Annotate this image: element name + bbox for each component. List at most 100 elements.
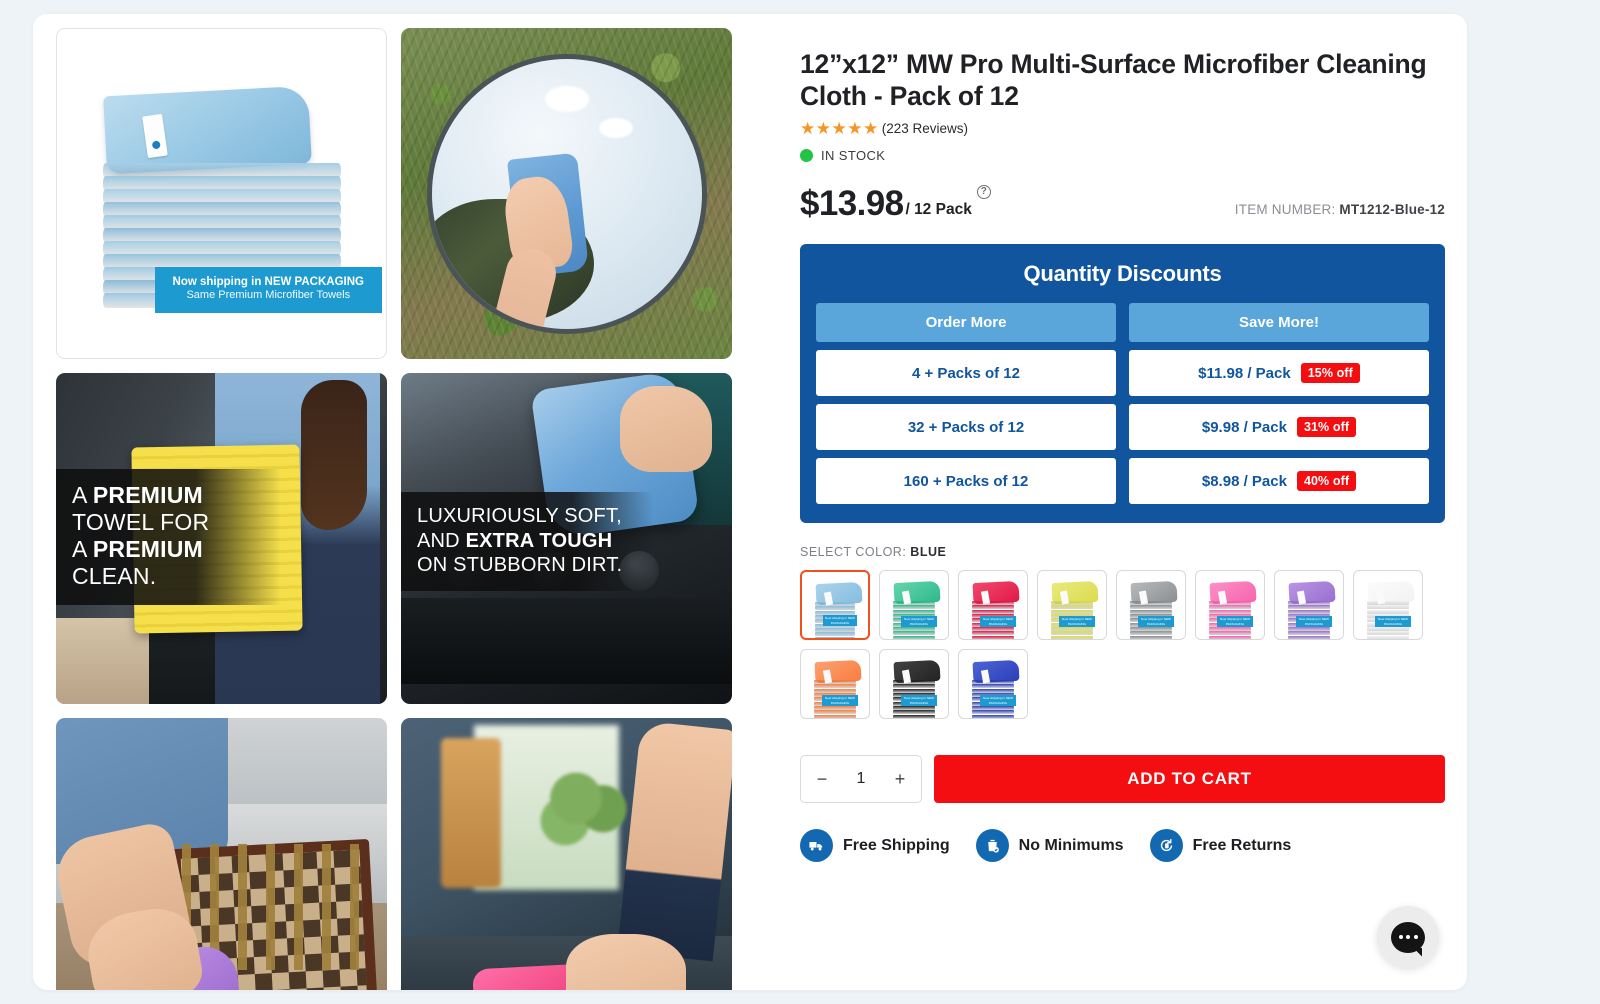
chat-dot: [1406, 935, 1410, 939]
swatch-layer: [972, 710, 1014, 715]
qd-header-order-more: Order More: [816, 303, 1116, 343]
cutting-board: [440, 737, 501, 888]
swatch-banner-line-2: Same Premium Microfiber Towels: [822, 705, 858, 706]
gallery-image-premium-towel[interactable]: A PREMIUM TOWEL FOR A PREMIUM CLEAN.: [56, 373, 387, 704]
swatch-layer: [972, 714, 1014, 719]
swatch-stack-icon: Now shipping in NEW PACKAGINGSame Premiu…: [810, 659, 862, 719]
add-to-cart-button[interactable]: ADD TO CART: [934, 755, 1445, 804]
quantity-discounts-panel: Quantity Discounts Order More Save More! 4…: [800, 244, 1445, 524]
swatch-layer: [815, 636, 855, 639]
select-color-text: SELECT COLOR:: [800, 545, 907, 560]
returns-icon: [1149, 829, 1183, 863]
status-badge: IN STOCK: [821, 148, 886, 164]
caption-line1: LUXURIOUSLY SOFT,: [417, 505, 622, 528]
caption-line4: CLEAN.: [72, 563, 157, 590]
caption-line2-a: AND: [417, 529, 466, 552]
swatch-banner-line-2: Same Premium Microfiber Towels: [901, 626, 937, 627]
qd-discount-badge: 40% off: [1296, 471, 1357, 492]
hand: [565, 933, 686, 990]
swatch-banner-line-2: Same Premium Microfiber Towels: [1217, 626, 1253, 627]
qd-price: $8.98 / Pack: [1201, 472, 1287, 490]
stock-status: IN STOCK: [800, 148, 1445, 163]
swatch-banner-line-1: Now shipping in NEW PACKAGING: [1141, 617, 1171, 626]
color-swatch-gray[interactable]: Now shipping in NEW PACKAGINGSame Premiu…: [1116, 570, 1186, 641]
swatch-banner-line-1: Now shipping in NEW PACKAGING: [983, 696, 1013, 705]
qd-tier-cell: 160 + Packs of 12: [816, 458, 1116, 505]
item-number-value: MT1212-Blue-12: [1339, 202, 1445, 218]
swatch-packaging-banner: Now shipping in NEW PACKAGINGSame Premiu…: [1217, 616, 1253, 628]
swatch-stack-icon: Now shipping in NEW PACKAGINGSame Premiu…: [811, 581, 863, 639]
swatch-packaging-banner: Now shipping in NEW PACKAGINGSame Premiu…: [901, 616, 937, 628]
color-swatch-red[interactable]: Now shipping in NEW PACKAGINGSame Premiu…: [958, 570, 1028, 641]
quantity-discounts-title: Quantity Discounts: [1023, 261, 1222, 287]
gallery-image-chessboard[interactable]: [56, 718, 387, 990]
color-swatch-purple[interactable]: Now shipping in NEW PACKAGINGSame Premiu…: [1274, 570, 1344, 641]
chat-dot: [1398, 935, 1403, 939]
swatch-stack-icon: Now shipping in NEW PACKAGINGSame Premiu…: [889, 659, 941, 719]
trust-badge-label: Free Returns: [1192, 836, 1292, 854]
swatch-banner-line-1: Now shipping in NEW PACKAGING: [825, 616, 855, 625]
quantity-input[interactable]: 1: [857, 770, 866, 788]
swatch-layer: [1288, 631, 1330, 636]
swatch-stack-icon: Now shipping in NEW PACKAGINGSame Premiu…: [1047, 580, 1099, 640]
chat-widget-button[interactable]: [1377, 906, 1439, 968]
quantity-decrease-button[interactable]: −: [815, 769, 829, 790]
trust-badge: Free Returns: [1149, 829, 1292, 863]
rating-row[interactable]: ★★★★★ (223 Reviews): [800, 120, 1445, 137]
color-swatch-orange[interactable]: Now shipping in NEW PACKAGINGSame Premiu…: [800, 649, 870, 720]
color-swatch-white[interactable]: Now shipping in NEW PACKAGINGSame Premiu…: [1353, 570, 1423, 641]
review-count-link[interactable]: (223 Reviews): [882, 121, 968, 136]
gallery-image-luxuriously-soft[interactable]: LUXURIOUSLY SOFT, AND EXTRA TOUGH ON STU…: [401, 373, 732, 704]
trust-badge-row: Free Shipping No Minimums Free Returns: [800, 829, 1445, 863]
gallery-image-mirror-cleaning[interactable]: [401, 28, 732, 359]
no-minimums-icon: [975, 829, 1009, 863]
swatch-layer: [1288, 605, 1330, 610]
swatch-layer: [1051, 635, 1093, 640]
qd-tier-cell: 32 + Packs of 12: [816, 404, 1116, 451]
swatch-layer: [1209, 605, 1251, 610]
color-swatch-pink[interactable]: Now shipping in NEW PACKAGINGSame Premiu…: [1195, 570, 1265, 641]
new-packaging-banner: Now shipping in NEW PACKAGING Same Premi…: [154, 266, 382, 313]
color-swatch-black[interactable]: Now shipping in NEW PACKAGINGSame Premiu…: [879, 649, 949, 720]
color-swatch-blue[interactable]: Now shipping in NEW PACKAGINGSame Premiu…: [800, 570, 870, 641]
swatch-layer: [893, 605, 935, 610]
swatch-layer: [893, 635, 935, 640]
qd-tier-cell: 4 + Packs of 12: [816, 350, 1116, 397]
swatch-layer: [893, 631, 935, 636]
banner-line-2: Same Premium Microfiber Towels: [186, 289, 351, 302]
caption-line1-b: PREMIUM: [92, 481, 203, 508]
quantity-stepper[interactable]: − 1 +: [800, 755, 922, 804]
product-page-card: Now shipping in NEW PACKAGING Same Premi…: [33, 14, 1467, 990]
quantity-increase-button[interactable]: +: [893, 769, 907, 790]
product-price: $13.98: [800, 184, 904, 224]
swatch-banner-line-2: Same Premium Microfiber Towels: [980, 626, 1016, 627]
gallery-image-counter-pink-cloth[interactable]: [401, 718, 732, 990]
swatch-banner-line-1: Now shipping in NEW PACKAGING: [1062, 617, 1092, 626]
color-swatch-green[interactable]: Now shipping in NEW PACKAGINGSame Premiu…: [879, 570, 949, 641]
caption-line1-a: A: [72, 481, 93, 508]
swatch-banner-line-1: Now shipping in NEW PACKAGING: [904, 696, 934, 705]
color-swatch-royal-blue[interactable]: Now shipping in NEW PACKAGINGSame Premiu…: [958, 649, 1028, 720]
swatch-layer: [972, 684, 1014, 689]
swatch-layer: [1209, 635, 1251, 640]
help-icon[interactable]: ?: [976, 185, 991, 200]
plant: [540, 764, 631, 851]
swatch-packaging-banner: Now shipping in NEW PACKAGINGSame Premiu…: [823, 615, 857, 627]
swatch-layer: [815, 606, 855, 611]
swatch-banner-line-1: Now shipping in NEW PACKAGING: [1220, 617, 1250, 626]
arm: [617, 720, 732, 961]
swatch-stack-icon: Now shipping in NEW PACKAGINGSame Premiu…: [1363, 580, 1415, 640]
gallery-image-blue-towel-stack[interactable]: Now shipping in NEW PACKAGING Same Premi…: [56, 28, 387, 359]
swatch-banner-line-2: Same Premium Microfiber Towels: [901, 705, 937, 706]
swatch-banner-line-2: Same Premium Microfiber Towels: [1138, 626, 1174, 627]
product-image-gallery: Now shipping in NEW PACKAGING Same Premi…: [56, 28, 756, 990]
swatch-banner-line-2: Same Premium Microfiber Towels: [980, 705, 1016, 706]
caption-line2-b: EXTRA TOUGH: [465, 529, 613, 552]
caption-line3-b: PREMIUM: [92, 536, 203, 563]
swatch-layer: [1051, 605, 1093, 610]
color-swatch-yellow[interactable]: Now shipping in NEW PACKAGINGSame Premiu…: [1037, 570, 1107, 641]
swatch-layer: [1209, 631, 1251, 636]
swatch-packaging-banner: Now shipping in NEW PACKAGINGSame Premiu…: [1059, 616, 1095, 628]
swatch-banner-line-1: Now shipping in NEW PACKAGING: [1299, 617, 1329, 626]
swatch-layer: [893, 710, 935, 715]
